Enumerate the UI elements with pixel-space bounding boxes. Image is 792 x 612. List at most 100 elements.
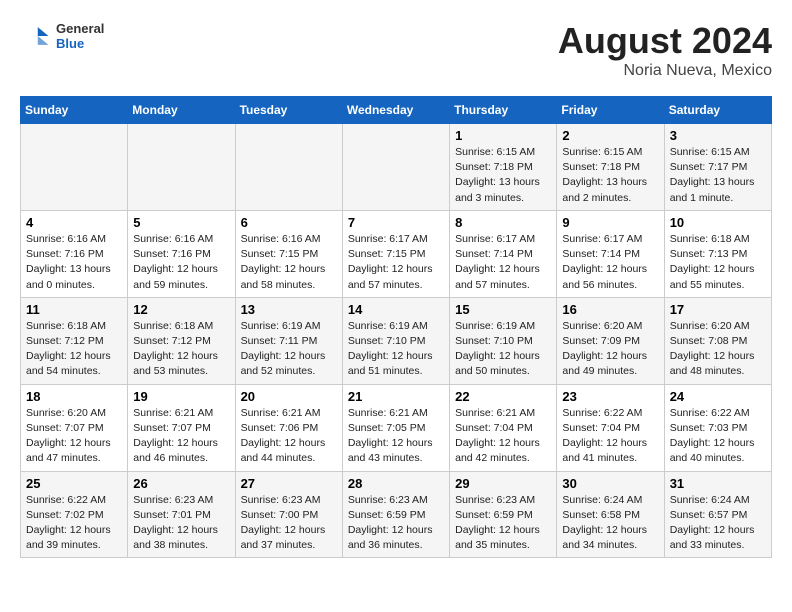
day-content: Sunrise: 6:15 AM Sunset: 7:17 PM Dayligh…: [670, 145, 766, 206]
calendar-cell: 16Sunrise: 6:20 AM Sunset: 7:09 PM Dayli…: [557, 297, 664, 384]
weekday-header-thursday: Thursday: [450, 97, 557, 124]
day-number: 13: [241, 302, 337, 317]
calendar-cell: 5Sunrise: 6:16 AM Sunset: 7:16 PM Daylig…: [128, 210, 235, 297]
day-content: Sunrise: 6:20 AM Sunset: 7:07 PM Dayligh…: [26, 406, 122, 467]
calendar-cell: [21, 124, 128, 211]
day-content: Sunrise: 6:18 AM Sunset: 7:13 PM Dayligh…: [670, 232, 766, 293]
calendar-cell: 22Sunrise: 6:21 AM Sunset: 7:04 PM Dayli…: [450, 384, 557, 471]
calendar-table: SundayMondayTuesdayWednesdayThursdayFrid…: [20, 96, 772, 558]
day-number: 18: [26, 389, 122, 404]
day-content: Sunrise: 6:15 AM Sunset: 7:18 PM Dayligh…: [562, 145, 658, 206]
day-number: 28: [348, 476, 444, 491]
weekday-header-wednesday: Wednesday: [342, 97, 449, 124]
day-number: 22: [455, 389, 551, 404]
logo-icon: [20, 20, 52, 52]
calendar-cell: 17 Sunrise: 6:20 AM Sunset: 7:08 PM Dayli…: [664, 297, 771, 384]
weekday-header-sunday: Sunday: [21, 97, 128, 124]
calendar-cell: 1Sunrise: 6:15 AM Sunset: 7:18 PM Daylig…: [450, 124, 557, 211]
day-content: Sunrise: 6:16 AM Sunset: 7:15 PM Dayligh…: [241, 232, 337, 293]
day-number: 9: [562, 215, 658, 230]
logo: General Blue: [20, 20, 104, 52]
calendar-cell: [128, 124, 235, 211]
day-number: 14: [348, 302, 444, 317]
calendar-cell: 15Sunrise: 6:19 AM Sunset: 7:10 PM Dayli…: [450, 297, 557, 384]
day-content: Sunrise: 6:22 AM Sunset: 7:04 PM Dayligh…: [562, 406, 658, 467]
calendar-cell: 2 Sunrise: 6:15 AM Sunset: 7:18 PM Daylig…: [557, 124, 664, 211]
calendar-cell: 29 Sunrise: 6:23 AM Sunset: 6:59 PM Dayli…: [450, 471, 557, 558]
day-content: Sunrise: 6:17 AM Sunset: 7:14 PM Dayligh…: [455, 232, 551, 293]
week-row-5: 25Sunrise: 6:22 AM Sunset: 7:02 PM Dayli…: [21, 471, 772, 558]
day-number: 11: [26, 302, 122, 317]
weekday-header-tuesday: Tuesday: [235, 97, 342, 124]
day-number: 31: [670, 476, 766, 491]
calendar-cell: 31Sunrise: 6:24 AM Sunset: 6:57 PM Dayli…: [664, 471, 771, 558]
day-content: Sunrise: 6:15 AM Sunset: 7:18 PM Dayligh…: [455, 145, 551, 206]
day-content: Sunrise: 6:23 AM Sunset: 7:00 PM Dayligh…: [241, 493, 337, 554]
logo-general-text: General: [56, 21, 104, 36]
day-number: 6: [241, 215, 337, 230]
week-row-4: 18 Sunrise: 6:20 AM Sunset: 7:07 PM Dayli…: [21, 384, 772, 471]
day-number: 7: [348, 215, 444, 230]
week-row-3: 11 Sunrise: 6:18 AM Sunset: 7:12 PM Dayli…: [21, 297, 772, 384]
day-number: 10: [670, 215, 766, 230]
weekday-header-saturday: Saturday: [664, 97, 771, 124]
day-number: 16: [562, 302, 658, 317]
day-content: Sunrise: 6:20 AM Sunset: 7:08 PM Dayligh…: [670, 319, 766, 380]
day-number: 29: [455, 476, 551, 491]
calendar-cell: 13 Sunrise: 6:19 AM Sunset: 7:11 PM Dayli…: [235, 297, 342, 384]
day-content: Sunrise: 6:16 AM Sunset: 7:16 PM Dayligh…: [133, 232, 229, 293]
day-content: Sunrise: 6:19 AM Sunset: 7:11 PM Dayligh…: [241, 319, 337, 380]
day-number: 20: [241, 389, 337, 404]
day-number: 30: [562, 476, 658, 491]
calendar-cell: 20Sunrise: 6:21 AM Sunset: 7:06 PM Dayli…: [235, 384, 342, 471]
day-number: 8: [455, 215, 551, 230]
page-header: General Blue August 2024 Noria Nueva, Me…: [20, 20, 772, 80]
day-number: 23: [562, 389, 658, 404]
calendar-cell: 27 Sunrise: 6:23 AM Sunset: 7:00 PM Dayli…: [235, 471, 342, 558]
day-number: 2: [562, 128, 658, 143]
calendar-cell: 25Sunrise: 6:22 AM Sunset: 7:02 PM Dayli…: [21, 471, 128, 558]
day-number: 19: [133, 389, 229, 404]
calendar-cell: 11 Sunrise: 6:18 AM Sunset: 7:12 PM Dayli…: [21, 297, 128, 384]
calendar-cell: 23 Sunrise: 6:22 AM Sunset: 7:04 PM Dayli…: [557, 384, 664, 471]
week-row-1: 1Sunrise: 6:15 AM Sunset: 7:18 PM Daylig…: [21, 124, 772, 211]
calendar-cell: 24Sunrise: 6:22 AM Sunset: 7:03 PM Dayli…: [664, 384, 771, 471]
day-number: 21: [348, 389, 444, 404]
logo-text: General Blue: [56, 21, 104, 51]
calendar-cell: 18 Sunrise: 6:20 AM Sunset: 7:07 PM Dayli…: [21, 384, 128, 471]
calendar-header: SundayMondayTuesdayWednesdayThursdayFrid…: [21, 97, 772, 124]
day-content: Sunrise: 6:19 AM Sunset: 7:10 PM Dayligh…: [348, 319, 444, 380]
calendar-cell: 26Sunrise: 6:23 AM Sunset: 7:01 PM Dayli…: [128, 471, 235, 558]
day-number: 17: [670, 302, 766, 317]
weekday-header-friday: Friday: [557, 97, 664, 124]
day-content: Sunrise: 6:23 AM Sunset: 6:59 PM Dayligh…: [455, 493, 551, 554]
calendar-subtitle: Noria Nueva, Mexico: [558, 62, 772, 80]
day-number: 4: [26, 215, 122, 230]
day-content: Sunrise: 6:18 AM Sunset: 7:12 PM Dayligh…: [26, 319, 122, 380]
logo-blue-text: Blue: [56, 36, 104, 51]
day-content: Sunrise: 6:23 AM Sunset: 7:01 PM Dayligh…: [133, 493, 229, 554]
week-row-2: 4 Sunrise: 6:16 AM Sunset: 7:16 PM Daylig…: [21, 210, 772, 297]
calendar-cell: 8 Sunrise: 6:17 AM Sunset: 7:14 PM Daylig…: [450, 210, 557, 297]
day-content: Sunrise: 6:19 AM Sunset: 7:10 PM Dayligh…: [455, 319, 551, 380]
day-number: 27: [241, 476, 337, 491]
calendar-cell: 7Sunrise: 6:17 AM Sunset: 7:15 PM Daylig…: [342, 210, 449, 297]
weekday-header-monday: Monday: [128, 97, 235, 124]
day-content: Sunrise: 6:24 AM Sunset: 6:58 PM Dayligh…: [562, 493, 658, 554]
weekday-row: SundayMondayTuesdayWednesdayThursdayFrid…: [21, 97, 772, 124]
day-content: Sunrise: 6:22 AM Sunset: 7:03 PM Dayligh…: [670, 406, 766, 467]
day-content: Sunrise: 6:21 AM Sunset: 7:07 PM Dayligh…: [133, 406, 229, 467]
day-number: 12: [133, 302, 229, 317]
calendar-cell: 6 Sunrise: 6:16 AM Sunset: 7:15 PM Daylig…: [235, 210, 342, 297]
calendar-cell: 9 Sunrise: 6:17 AM Sunset: 7:14 PM Daylig…: [557, 210, 664, 297]
calendar-cell: 21Sunrise: 6:21 AM Sunset: 7:05 PM Dayli…: [342, 384, 449, 471]
calendar-cell: 30 Sunrise: 6:24 AM Sunset: 6:58 PM Dayli…: [557, 471, 664, 558]
calendar-cell: [342, 124, 449, 211]
day-content: Sunrise: 6:23 AM Sunset: 6:59 PM Dayligh…: [348, 493, 444, 554]
day-content: Sunrise: 6:17 AM Sunset: 7:14 PM Dayligh…: [562, 232, 658, 293]
title-block: August 2024 Noria Nueva, Mexico: [558, 20, 772, 80]
calendar-cell: 14 Sunrise: 6:19 AM Sunset: 7:10 PM Dayli…: [342, 297, 449, 384]
day-number: 3: [670, 128, 766, 143]
day-number: 25: [26, 476, 122, 491]
calendar-cell: 28 Sunrise: 6:23 AM Sunset: 6:59 PM Dayli…: [342, 471, 449, 558]
